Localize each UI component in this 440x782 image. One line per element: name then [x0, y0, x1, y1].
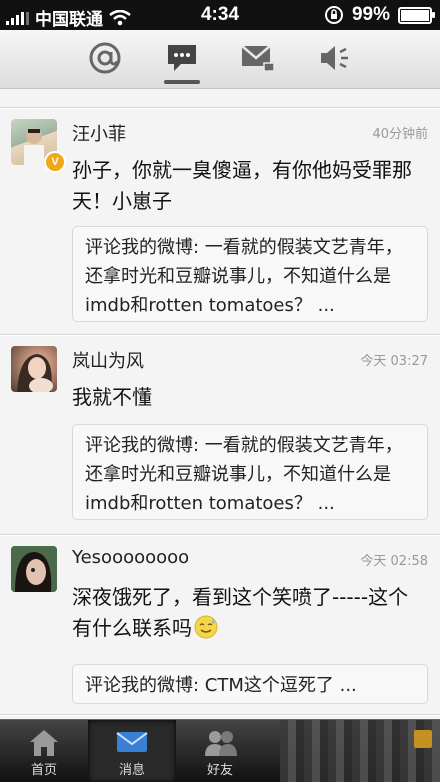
speaker-icon — [321, 46, 348, 70]
tab-friends[interactable]: 好友 — [176, 720, 264, 782]
timestamp: 今天 02:58 — [360, 554, 428, 569]
quoted-post[interactable]: 评论我的微博: CTM这个逗死了 ... — [72, 664, 428, 704]
list-item[interactable]: 岚山为风 今天 03:27 我就不懂 评论我的微博: 一看就的假装文艺青年，还拿… — [0, 335, 440, 535]
list-item[interactable]: V 汪小菲 40分钟前 孙子，你就一臭傻逼，有你他妈受罪那天！小崽子 评论我的微… — [0, 108, 440, 335]
user-name[interactable]: Yesoooooooo — [72, 547, 189, 568]
envelope-icon — [116, 732, 148, 752]
tab-friends-label: 好友 — [206, 763, 233, 778]
status-bar: 中国联通 4:34 99% — [0, 0, 440, 30]
friends-icon — [205, 731, 237, 756]
tab-comments[interactable] — [162, 40, 202, 76]
quoted-post[interactable]: 评论我的微博: 一看就的假装文艺青年，还拿时光和豆瓣说事儿，不知道什么是imdb… — [72, 424, 428, 520]
tab-messages[interactable] — [238, 40, 278, 76]
comment-feed[interactable]: V 汪小菲 40分钟前 孙子，你就一臭傻逼，有你他妈受罪那天！小崽子 评论我的微… — [0, 89, 440, 719]
comment-bubble-icon — [168, 45, 196, 71]
comment-text: 深夜饿死了，看到这个笑喷了-----这个有什么联系吗 — [72, 582, 426, 648]
battery-icon — [398, 6, 435, 24]
at-icon — [89, 42, 121, 74]
list-item[interactable]: Yesoooooooo 今天 02:58 深夜饿死了，看到这个笑喷了-----这… — [0, 535, 440, 715]
previous-item-tail — [0, 89, 440, 108]
timestamp: 40分钟前 — [372, 127, 428, 142]
sweat-smile-emoji-icon — [194, 615, 218, 648]
avatar-image — [17, 354, 53, 392]
tab-notifications[interactable] — [314, 40, 354, 76]
avatar[interactable] — [11, 546, 57, 592]
rotation-lock-icon — [324, 6, 343, 24]
comment-text-body: 深夜饿死了，看到这个笑喷了-----这个有什么联系吗 — [72, 585, 409, 640]
comment-text: 我就不懂 — [72, 385, 152, 409]
battery-fill — [401, 9, 429, 21]
pixelated-region — [280, 720, 440, 782]
badge-placeholder — [414, 730, 432, 748]
top-tab-bar — [0, 30, 440, 89]
bottom-tab-bar: 首页 消息 好友 — [0, 719, 440, 782]
avatar[interactable] — [11, 346, 57, 392]
battery-percent: 99% — [351, 4, 390, 25]
avatar-image — [11, 546, 57, 592]
quoted-post[interactable]: 评论我的微博: 一看就的假装文艺青年，还拿时光和豆瓣说事儿，不知道什么是imdb… — [72, 226, 428, 322]
tab-messages-label: 消息 — [118, 763, 145, 778]
verified-badge: V — [44, 151, 66, 173]
user-name[interactable]: 汪小菲 — [72, 120, 126, 146]
comment-text: 孙子，你就一臭傻逼，有你他妈受罪那天！小崽子 — [72, 158, 412, 213]
user-name[interactable]: 岚山为风 — [72, 347, 144, 373]
tab-home-label: 首页 — [30, 763, 57, 778]
envelope-icon — [241, 45, 275, 73]
tab-home[interactable]: 首页 — [0, 720, 88, 782]
status-right: 99% — [324, 4, 435, 26]
home-icon — [30, 730, 58, 756]
timestamp: 今天 03:27 — [360, 354, 428, 369]
tab-messages-bottom[interactable]: 消息 — [88, 720, 176, 782]
tab-mentions[interactable] — [85, 40, 125, 76]
active-tab-indicator — [164, 80, 200, 84]
